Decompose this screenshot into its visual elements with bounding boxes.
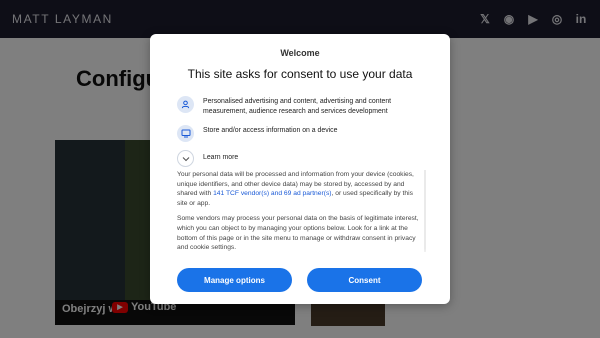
- details-scrollbar[interactable]: [424, 170, 426, 252]
- purpose-text: Personalised advertising and content, ad…: [203, 98, 392, 115]
- chevron-down-icon[interactable]: [177, 150, 194, 167]
- consent-paragraph-2: Some vendors may process your personal d…: [177, 215, 419, 251]
- device-icon: [177, 125, 194, 142]
- manage-options-button[interactable]: Manage options: [177, 268, 292, 292]
- vendors-link[interactable]: 141 TCF vendor(s) and 69 ad partner(s): [213, 190, 331, 197]
- learn-more-toggle[interactable]: Learn more: [177, 150, 427, 167]
- scroll-fade: [150, 248, 450, 260]
- purpose-text: Store and/or access information on a dev…: [203, 127, 338, 134]
- person-icon: [177, 96, 194, 113]
- learn-more-label[interactable]: Learn more: [203, 150, 238, 163]
- consent-button[interactable]: Consent: [307, 268, 422, 292]
- consent-paragraph-1: Your personal data will be processed and…: [177, 170, 423, 208]
- dialog-heading: Welcome: [280, 48, 320, 58]
- consent-details[interactable]: Your personal data will be processed and…: [177, 170, 423, 252]
- consent-dialog: Welcome This site asks for consent to us…: [150, 34, 450, 304]
- purpose-personalised-ads: Personalised advertising and content, ad…: [177, 96, 427, 117]
- dialog-title: This site asks for consent to use your d…: [187, 67, 413, 81]
- purpose-device-storage: Store and/or access information on a dev…: [177, 125, 427, 142]
